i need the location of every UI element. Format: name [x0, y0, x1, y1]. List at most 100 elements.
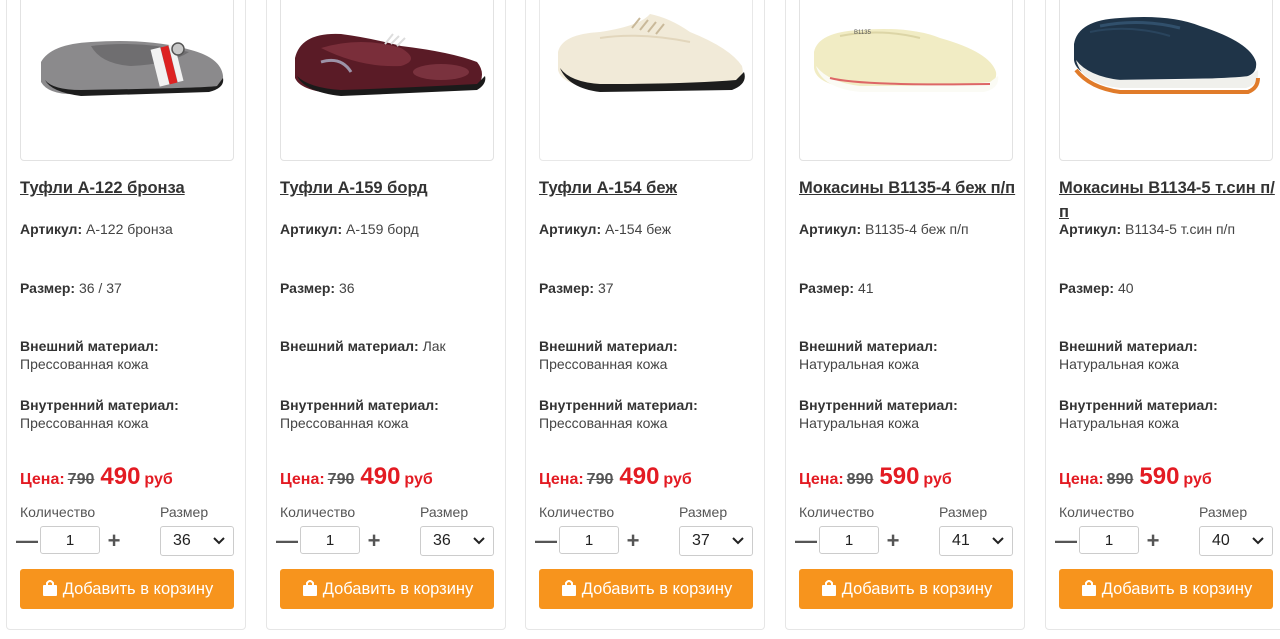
quantity-stepper: — + — [1055, 526, 1169, 556]
add-to-cart-button[interactable]: Добавить в корзину — [280, 569, 494, 609]
product-card: Туфли А-154 беж Артикул: А-154 беж Разме… — [525, 0, 765, 630]
plus-icon[interactable]: + — [104, 528, 124, 554]
product-card: Туфли А-159 борд Артикул: А-159 борд Раз… — [266, 0, 506, 630]
minus-icon[interactable]: — — [16, 528, 38, 554]
add-to-cart-label: Добавить в корзину — [322, 580, 474, 598]
product-image[interactable] — [1059, 0, 1273, 161]
outer-value: Лак — [422, 338, 446, 354]
shopping-bag-icon — [302, 580, 317, 596]
outer-material: Внешний материал: Лак — [280, 337, 500, 355]
product-card: B1135 Мокасины В1135-4 беж п/п Артикул: … — [785, 0, 1025, 630]
quantity-label: Количество — [1059, 504, 1135, 520]
inner-value: Прессованная кожа — [280, 415, 409, 431]
chevron-down-icon — [1252, 537, 1264, 545]
size-select-label: Размер — [679, 504, 728, 520]
product-image[interactable]: B1135 — [799, 0, 1013, 161]
inner-label: Внутренний материал: — [539, 397, 698, 413]
size-row: Размер: 41 — [799, 279, 1019, 297]
product-title[interactable]: Туфли А-154 беж — [539, 176, 759, 200]
outer-value: Натуральная кожа — [1059, 356, 1180, 372]
old-price: 790 — [67, 471, 95, 488]
add-to-cart-button[interactable]: Добавить в корзину — [539, 569, 753, 609]
size-value: 36 — [338, 280, 355, 296]
plus-icon[interactable]: + — [1143, 528, 1163, 554]
product-image[interactable] — [20, 0, 234, 161]
article-label: Артикул: — [1059, 221, 1122, 237]
quantity-input[interactable] — [300, 526, 360, 554]
minus-icon[interactable]: — — [276, 528, 298, 554]
inner-value: Прессованная кожа — [539, 415, 668, 431]
add-to-cart-button[interactable]: Добавить в корзину — [20, 569, 234, 609]
add-to-cart-button[interactable]: Добавить в корзину — [799, 569, 1013, 609]
price: Цена: 790 490 руб — [280, 463, 433, 491]
size-label: Размер: — [280, 280, 336, 296]
add-to-cart-label: Добавить в корзину — [581, 580, 733, 598]
plus-icon[interactable]: + — [883, 528, 903, 554]
minus-icon[interactable]: — — [1055, 528, 1077, 554]
currency: руб — [404, 471, 433, 488]
size-select[interactable]: 37 — [679, 526, 753, 556]
currency: руб — [144, 471, 173, 488]
add-to-cart-label: Добавить в корзину — [1101, 580, 1253, 598]
size-select[interactable]: 40 — [1199, 526, 1273, 556]
chevron-down-icon — [992, 537, 1004, 545]
product-card: Мокасины В1134-5 т.син п/п Артикул: В113… — [1045, 0, 1280, 630]
add-to-cart-label: Добавить в корзину — [841, 580, 993, 598]
plus-icon[interactable]: + — [364, 528, 384, 554]
article-label: Артикул: — [280, 221, 343, 237]
quantity-input[interactable] — [559, 526, 619, 554]
outer-value: Прессованная кожа — [539, 356, 668, 372]
new-price: 590 — [1139, 463, 1180, 490]
price-label: Цена: — [539, 471, 584, 488]
article-row: Артикул: А-154 беж — [539, 220, 759, 238]
quantity-input[interactable] — [1079, 526, 1139, 554]
size-select-value: 41 — [952, 532, 970, 549]
size-value: 41 — [857, 280, 874, 296]
shopping-bag-icon — [821, 580, 836, 596]
size-select-value: 40 — [1212, 532, 1230, 549]
inner-value: Прессованная кожа — [20, 415, 149, 431]
size-value: 40 — [1117, 280, 1134, 296]
chevron-down-icon — [732, 537, 744, 545]
add-to-cart-button[interactable]: Добавить в корзину — [1059, 569, 1273, 609]
price: Цена: 890 590 руб — [1059, 463, 1212, 491]
product-title[interactable]: Туфли А-159 борд — [280, 176, 500, 200]
size-select[interactable]: 36 — [160, 526, 234, 556]
size-label: Размер: — [20, 280, 76, 296]
size-select-label: Размер — [160, 504, 209, 520]
outer-label: Внешний материал: — [1059, 338, 1198, 354]
inner-label: Внутренний материал: — [799, 397, 958, 413]
size-select[interactable]: 36 — [420, 526, 494, 556]
plus-icon[interactable]: + — [623, 528, 643, 554]
inner-label: Внутренний материал: — [20, 397, 179, 413]
product-image[interactable] — [539, 0, 753, 161]
quantity-input[interactable] — [819, 526, 879, 554]
product-grid: Туфли А-122 бронза Артикул: А-122 бронза… — [0, 0, 1280, 639]
product-image[interactable] — [280, 0, 494, 161]
article-row: Артикул: А-122 бронза — [20, 220, 240, 238]
size-select-value: 36 — [173, 532, 191, 549]
product-title[interactable]: Мокасины В1134-5 т.син п/п — [1059, 176, 1279, 224]
quantity-label: Количество — [20, 504, 96, 520]
quantity-input[interactable] — [40, 526, 100, 554]
product-title[interactable]: Мокасины В1135-4 беж п/п — [799, 176, 1019, 200]
article-value: В1135-4 беж п/п — [865, 221, 969, 237]
old-price: 790 — [327, 471, 355, 488]
price: Цена: 890 590 руб — [799, 463, 952, 491]
old-price: 790 — [586, 471, 614, 488]
product-title[interactable]: Туфли А-122 бронза — [20, 176, 240, 200]
inner-material: Внутренний материал: Натуральная кожа — [1059, 396, 1279, 432]
shopping-bag-icon — [561, 580, 576, 596]
size-row: Размер: 40 — [1059, 279, 1279, 297]
quantity-label: Количество — [280, 504, 356, 520]
add-to-cart-label: Добавить в корзину — [62, 580, 214, 598]
outer-label: Внешний материал: — [20, 338, 159, 354]
minus-icon[interactable]: — — [795, 528, 817, 554]
outer-value: Прессованная кожа — [20, 356, 149, 372]
inner-material: Внутренний материал: Прессованная кожа — [280, 396, 500, 432]
size-select[interactable]: 41 — [939, 526, 1013, 556]
minus-icon[interactable]: — — [535, 528, 557, 554]
article-label: Артикул: — [20, 221, 83, 237]
new-price: 590 — [879, 463, 920, 490]
size-select-label: Размер — [1199, 504, 1248, 520]
